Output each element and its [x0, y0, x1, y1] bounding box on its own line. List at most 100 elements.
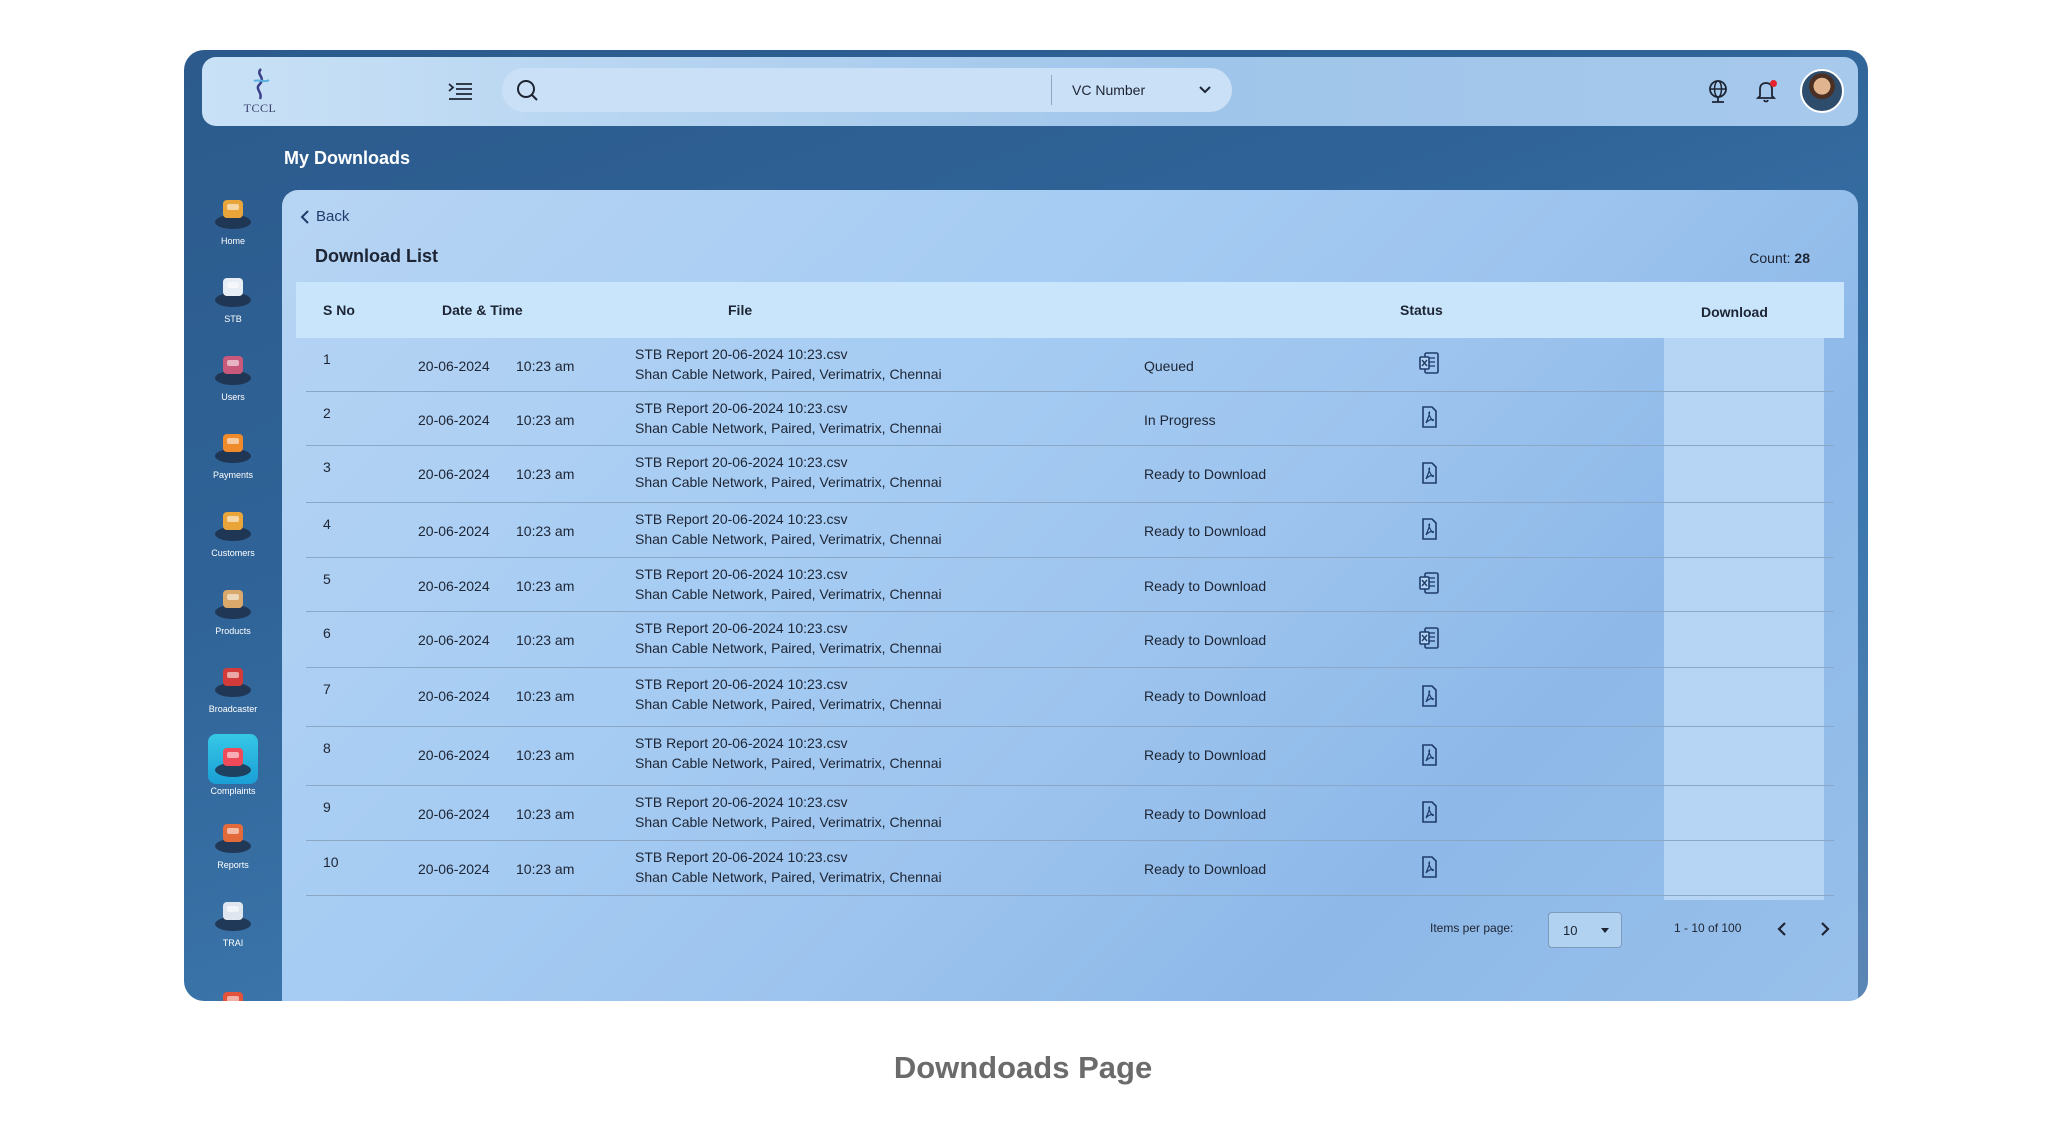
payments-icon — [207, 422, 259, 468]
file-name: STB Report 20-06-2024 10:23.csv — [635, 346, 848, 362]
file-details: Shan Cable Network, Paired, Verimatrix, … — [635, 531, 942, 547]
logo-text: TCCL — [243, 101, 277, 115]
reports-icon — [207, 812, 259, 858]
trai-icon — [207, 890, 259, 936]
serial-number: 2 — [323, 405, 331, 421]
serial-number: 1 — [323, 351, 331, 367]
file-name: STB Report 20-06-2024 10:23.csv — [635, 454, 848, 470]
download-button[interactable] — [1399, 735, 1459, 779]
menu-collapse-icon[interactable] — [446, 79, 474, 103]
row-time: 10:23 am — [516, 688, 575, 704]
list-title: Download List — [315, 246, 438, 266]
file-name: STB Report 20-06-2024 10:23.csv — [635, 735, 848, 751]
download-button[interactable] — [1399, 397, 1459, 441]
column-header-download[interactable]: Download — [1701, 304, 1768, 320]
sidebar-item-trai[interactable]: TRAI — [184, 890, 282, 960]
table-row: 1 20-06-2024 10:23 am STB Report 20-06-2024… — [306, 338, 1834, 392]
table-row: 5 20-06-2024 10:23 am STB Report 20-06-2024… — [306, 558, 1834, 612]
set-top-box-icon — [207, 266, 259, 312]
sidebar-item-payments[interactable]: Payments — [184, 422, 282, 492]
sidebar-item-home[interactable]: Home — [184, 188, 282, 258]
sidebar-item-label: Broadcaster — [208, 704, 258, 714]
file-name: STB Report 20-06-2024 10:23.csv — [635, 566, 848, 582]
notification-dot — [1770, 80, 1777, 87]
sidebar-item-complaints[interactable]: Complaints — [184, 734, 282, 804]
column-header-datetime[interactable]: Date & Time — [442, 302, 523, 318]
status-text: Ready to Download — [1144, 861, 1267, 877]
pdf-file-icon — [1416, 460, 1442, 491]
user-avatar[interactable] — [1800, 69, 1844, 113]
download-button[interactable] — [1399, 618, 1459, 662]
download-button[interactable] — [1399, 453, 1459, 497]
row-date: 20-06-2024 — [418, 632, 490, 648]
pagination-range: 1 - 10 of 100 — [1674, 921, 1742, 935]
excel-file-icon — [1416, 570, 1442, 601]
file-name: STB Report 20-06-2024 10:23.csv — [635, 849, 848, 865]
sidebar: Home STB Users Payments Customers Products Bro… — [184, 134, 282, 1001]
table-row: 6 20-06-2024 10:23 am STB Report 20-06-2024… — [306, 612, 1834, 668]
row-time: 10:23 am — [516, 747, 575, 763]
status-text: Ready to Download — [1144, 806, 1267, 822]
file-details: Shan Cable Network, Paired, Verimatrix, … — [635, 586, 942, 602]
row-time: 10:23 am — [516, 806, 575, 822]
sidebar-item-settings[interactable]: Settings — [184, 980, 282, 1001]
column-header-status[interactable]: Status — [1400, 302, 1443, 318]
items-per-page-select[interactable]: 10 — [1548, 912, 1622, 948]
row-date: 20-06-2024 — [418, 688, 490, 704]
serial-number: 10 — [323, 854, 339, 870]
excel-file-icon — [1416, 350, 1442, 381]
download-button[interactable] — [1399, 847, 1459, 891]
top-bar: TCCL VC Number — [202, 57, 1858, 126]
row-date: 20-06-2024 — [418, 358, 490, 374]
row-date: 20-06-2024 — [418, 861, 490, 877]
download-button[interactable] — [1399, 509, 1459, 553]
serial-number: 6 — [323, 625, 331, 641]
row-time: 10:23 am — [516, 358, 575, 374]
file-name: STB Report 20-06-2024 10:23.csv — [635, 620, 848, 636]
search-icon[interactable] — [514, 77, 540, 103]
serial-number: 8 — [323, 740, 331, 756]
sidebar-item-products[interactable]: Products — [184, 578, 282, 648]
search-filter-value: VC Number — [1072, 82, 1146, 98]
previous-page-icon[interactable] — [1768, 915, 1796, 943]
sidebar-item-label: Customers — [211, 548, 255, 558]
table-row: 2 20-06-2024 10:23 am STB Report 20-06-2024… — [306, 392, 1834, 446]
download-button[interactable] — [1399, 563, 1459, 607]
sidebar-item-reports[interactable]: Reports — [184, 812, 282, 882]
notifications-button[interactable] — [1752, 77, 1780, 105]
table-row: 3 20-06-2024 10:23 am STB Report 20-06-2024… — [306, 446, 1834, 503]
serial-number: 5 — [323, 571, 331, 587]
pdf-file-icon — [1416, 404, 1442, 435]
items-per-page-value: 10 — [1563, 923, 1578, 938]
column-header-sno[interactable]: S No — [323, 302, 355, 318]
file-details: Shan Cable Network, Paired, Verimatrix, … — [635, 814, 942, 830]
back-button[interactable]: Back — [300, 208, 349, 225]
sidebar-item-stb[interactable]: STB — [184, 266, 282, 336]
download-button[interactable] — [1399, 792, 1459, 836]
file-details: Shan Cable Network, Paired, Verimatrix, … — [635, 869, 942, 885]
search-filter-select[interactable]: VC Number — [1052, 68, 1232, 112]
sidebar-item-users[interactable]: Users — [184, 344, 282, 414]
pdf-file-icon — [1416, 516, 1442, 547]
brand-logo[interactable]: TCCL — [220, 67, 300, 119]
sidebar-item-label: Users — [221, 392, 245, 402]
language-globe-icon[interactable] — [1704, 77, 1732, 105]
app-window: TCCL VC Number Home STB Users Payments C… — [184, 50, 1868, 1001]
serial-number: 4 — [323, 516, 331, 532]
file-details: Shan Cable Network, Paired, Verimatrix, … — [635, 474, 942, 490]
table-row: 9 20-06-2024 10:23 am STB Report 20-06-2024… — [306, 786, 1834, 841]
sidebar-item-broadcaster[interactable]: Broadcaster — [184, 656, 282, 726]
broadcaster-icon — [207, 656, 259, 702]
next-page-icon[interactable] — [1811, 915, 1839, 943]
table-row: 7 20-06-2024 10:23 am STB Report 20-06-2024… — [306, 668, 1834, 727]
download-button[interactable] — [1399, 676, 1459, 720]
row-date: 20-06-2024 — [418, 412, 490, 428]
download-button[interactable] — [1399, 343, 1459, 387]
row-time: 10:23 am — [516, 523, 575, 539]
row-date: 20-06-2024 — [418, 578, 490, 594]
sidebar-item-label: Payments — [212, 470, 254, 480]
search-input[interactable] — [540, 68, 1051, 112]
complaints-icon — [208, 734, 258, 784]
sidebar-item-customers[interactable]: Customers — [184, 500, 282, 570]
column-header-file[interactable]: File — [728, 302, 752, 318]
